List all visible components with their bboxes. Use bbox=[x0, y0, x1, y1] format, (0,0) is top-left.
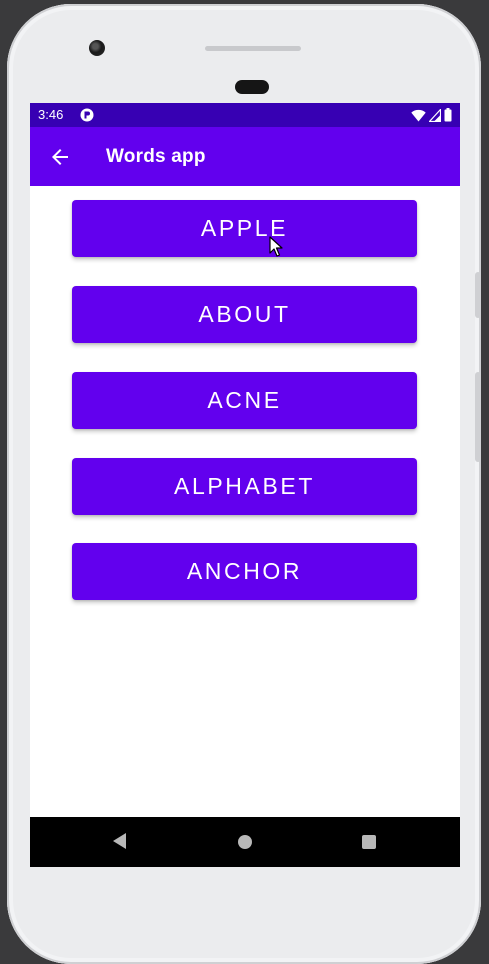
nav-home-icon[interactable] bbox=[238, 835, 252, 849]
status-time: 3:46 bbox=[38, 107, 64, 122]
arrow-back-icon[interactable] bbox=[48, 145, 72, 169]
volume-down-button bbox=[475, 372, 481, 462]
device-screen: 3:46 Words app APPLE ABOUT ACNE ALPHABET… bbox=[30, 103, 460, 867]
notification-icon bbox=[80, 108, 94, 122]
mouse-cursor-icon bbox=[269, 236, 283, 257]
navigation-bar bbox=[30, 817, 460, 867]
word-button-anchor[interactable]: ANCHOR bbox=[72, 543, 417, 600]
status-icons bbox=[411, 108, 452, 122]
status-bar: 3:46 bbox=[30, 103, 460, 127]
word-button-acne[interactable]: ACNE bbox=[72, 372, 417, 429]
volume-up-button bbox=[475, 272, 481, 318]
signal-icon bbox=[429, 108, 441, 122]
app-bar: Words app bbox=[30, 127, 460, 186]
nav-back-icon[interactable] bbox=[113, 833, 126, 849]
word-button-alphabet[interactable]: ALPHABET bbox=[72, 458, 417, 515]
earpiece bbox=[235, 80, 269, 94]
nav-recents-icon[interactable] bbox=[362, 835, 376, 849]
app-title: Words app bbox=[106, 146, 206, 167]
front-camera bbox=[89, 40, 105, 56]
battery-icon bbox=[444, 108, 452, 122]
wifi-icon bbox=[411, 109, 426, 121]
word-button-about[interactable]: ABOUT bbox=[72, 286, 417, 343]
speaker-grille bbox=[205, 46, 301, 51]
word-button-apple[interactable]: APPLE bbox=[72, 200, 417, 257]
